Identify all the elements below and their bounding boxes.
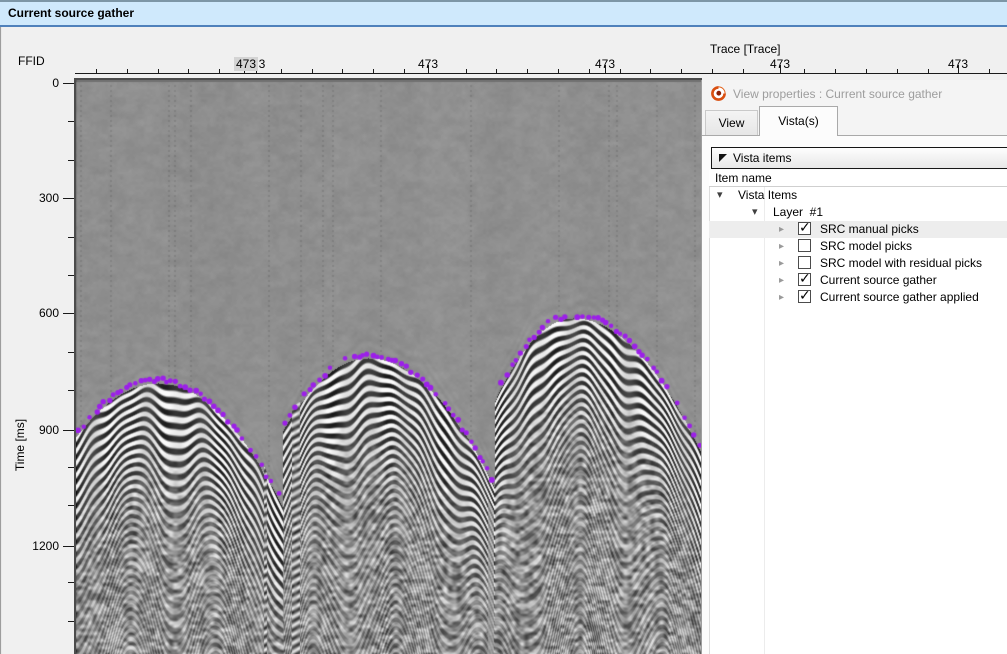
collapsed-arrow-icon[interactable]: ▸ [779, 256, 784, 271]
top-axis-tick [650, 69, 651, 73]
top-axis-tick [681, 69, 682, 73]
tree-row-layer-1[interactable]: ▾ Layer #1 [709, 204, 1007, 221]
panel-title: View properties : Current source gather [733, 87, 942, 101]
top-axis-tick-label: 473 [595, 57, 615, 71]
top-axis-tick [804, 69, 805, 73]
checkmark-icon: ✓ [799, 219, 811, 236]
vista-items-tree: ▾Vista Items▾Layer #1▸✓SRC manual picks▸… [709, 187, 1007, 306]
time-axis-tick-label: 900 [0, 423, 59, 437]
collapsed-arrow-icon[interactable]: ▸ [779, 222, 784, 237]
ffid-axis-label: FFID [18, 54, 45, 68]
tree-item-label: SRC manual picks [820, 222, 919, 237]
expanded-arrow-icon[interactable]: ▾ [717, 188, 723, 203]
checkbox-checked[interactable]: ✓ [798, 273, 811, 286]
checkbox-checked[interactable]: ✓ [798, 222, 811, 235]
window-title: Current source gather [0, 2, 1007, 20]
tree-row-src-model-with-residual-picks[interactable]: ▸ SRC model with residual picks [709, 255, 1007, 272]
vista-items-section-header[interactable]: Vista items [711, 147, 1007, 169]
checkbox-unchecked[interactable] [798, 239, 811, 252]
checkbox-unchecked[interactable] [798, 256, 811, 269]
panel-header: View properties : Current source gather [711, 86, 942, 101]
top-axis-tick [866, 69, 867, 73]
top-axis-tick-label: 473 [770, 57, 790, 71]
top-axis-tick [219, 69, 220, 73]
checkmark-icon: ✓ [799, 270, 811, 287]
top-axis-tick [96, 69, 97, 73]
collapsed-arrow-icon[interactable]: ▸ [779, 290, 784, 305]
top-axis-tick [466, 69, 467, 73]
tree-row-src-manual-picks[interactable]: ▸ ✓ SRC manual picks [709, 221, 1007, 238]
top-axis-tick-label: 3 [259, 57, 266, 71]
top-axis-tick [589, 69, 590, 73]
top-axis-tick [127, 69, 128, 73]
top-axis-tick [312, 69, 313, 73]
tab-vistas[interactable]: Vista(s) [759, 106, 838, 136]
view-properties-panel: View properties : Current source gather … [702, 80, 1007, 654]
tree-row-current-source-gather-applied[interactable]: ▸ ✓ Current source gather applied [709, 289, 1007, 306]
top-axis-tick [527, 69, 528, 73]
vista-logo-icon [711, 86, 726, 101]
top-axis-tick [342, 69, 343, 73]
top-axis-tick [158, 69, 159, 73]
tab-view[interactable]: View [705, 110, 758, 135]
tree-item-label: Layer #1 [773, 205, 823, 220]
top-axis-tick [743, 69, 744, 73]
top-axis-line [75, 73, 1007, 74]
tree-item-label: Vista Items [738, 188, 797, 203]
seismic-gather-canvas[interactable] [76, 80, 701, 654]
time-axis-tick-label: 300 [0, 191, 59, 205]
time-axis-tick [63, 430, 74, 431]
time-axis-tick [63, 83, 74, 84]
window-left-border-inner [1, 27, 2, 654]
top-axis-tick [620, 69, 621, 73]
tree-row-vista-items[interactable]: ▾ Vista Items [709, 187, 1007, 204]
collapsed-arrow-icon[interactable]: ▸ [779, 239, 784, 254]
top-axis-tick [496, 69, 497, 73]
checkbox-checked[interactable]: ✓ [798, 290, 811, 303]
top-axis-tick [188, 69, 189, 73]
trace-axis-label: Trace [Trace] [710, 42, 780, 56]
top-axis-tick-label: 473 [234, 57, 258, 71]
top-axis-tick [897, 69, 898, 73]
top-axis-tick [928, 69, 929, 73]
top-axis-tick [989, 69, 990, 73]
expanded-arrow-icon[interactable]: ▾ [752, 205, 758, 220]
top-axis-tick-label: 473 [948, 57, 968, 71]
time-axis-tick-label: 600 [0, 306, 59, 320]
time-axis-tick [63, 198, 74, 199]
checkmark-icon: ✓ [799, 287, 811, 304]
top-axis-tick [712, 69, 713, 73]
time-axis-tick-label: 0 [0, 76, 59, 90]
section-collapse-icon [719, 154, 727, 162]
tree-item-label: Current source gather [820, 273, 937, 288]
top-axis-tick [404, 69, 405, 73]
tree-row-current-source-gather[interactable]: ▸ ✓ Current source gather [709, 272, 1007, 289]
top-axis-tick [558, 69, 559, 73]
top-axis-tick-label: 473 [418, 57, 438, 71]
item-name-column-header[interactable]: Item name [709, 170, 1007, 187]
time-axis-tick [63, 313, 74, 314]
time-axis-label: Time [ms] [13, 400, 29, 490]
title-bar: Current source gather [0, 0, 1007, 27]
tree-row-src-model-picks[interactable]: ▸ SRC model picks [709, 238, 1007, 255]
top-axis-tick [373, 69, 374, 73]
tree-item-label: SRC model with residual picks [820, 256, 982, 271]
tree-item-label: SRC model picks [820, 239, 912, 254]
top-axis-tick [835, 69, 836, 73]
vistas-tab-content: Vista items Item name ▾ Vista Items ▾ Layer… [702, 135, 1007, 654]
collapsed-arrow-icon[interactable]: ▸ [779, 273, 784, 288]
time-axis-tick [63, 546, 74, 547]
top-axis-tick [281, 69, 282, 73]
tree-item-label: Current source gather applied [820, 290, 979, 305]
time-axis-tick-label: 1200 [0, 539, 59, 553]
